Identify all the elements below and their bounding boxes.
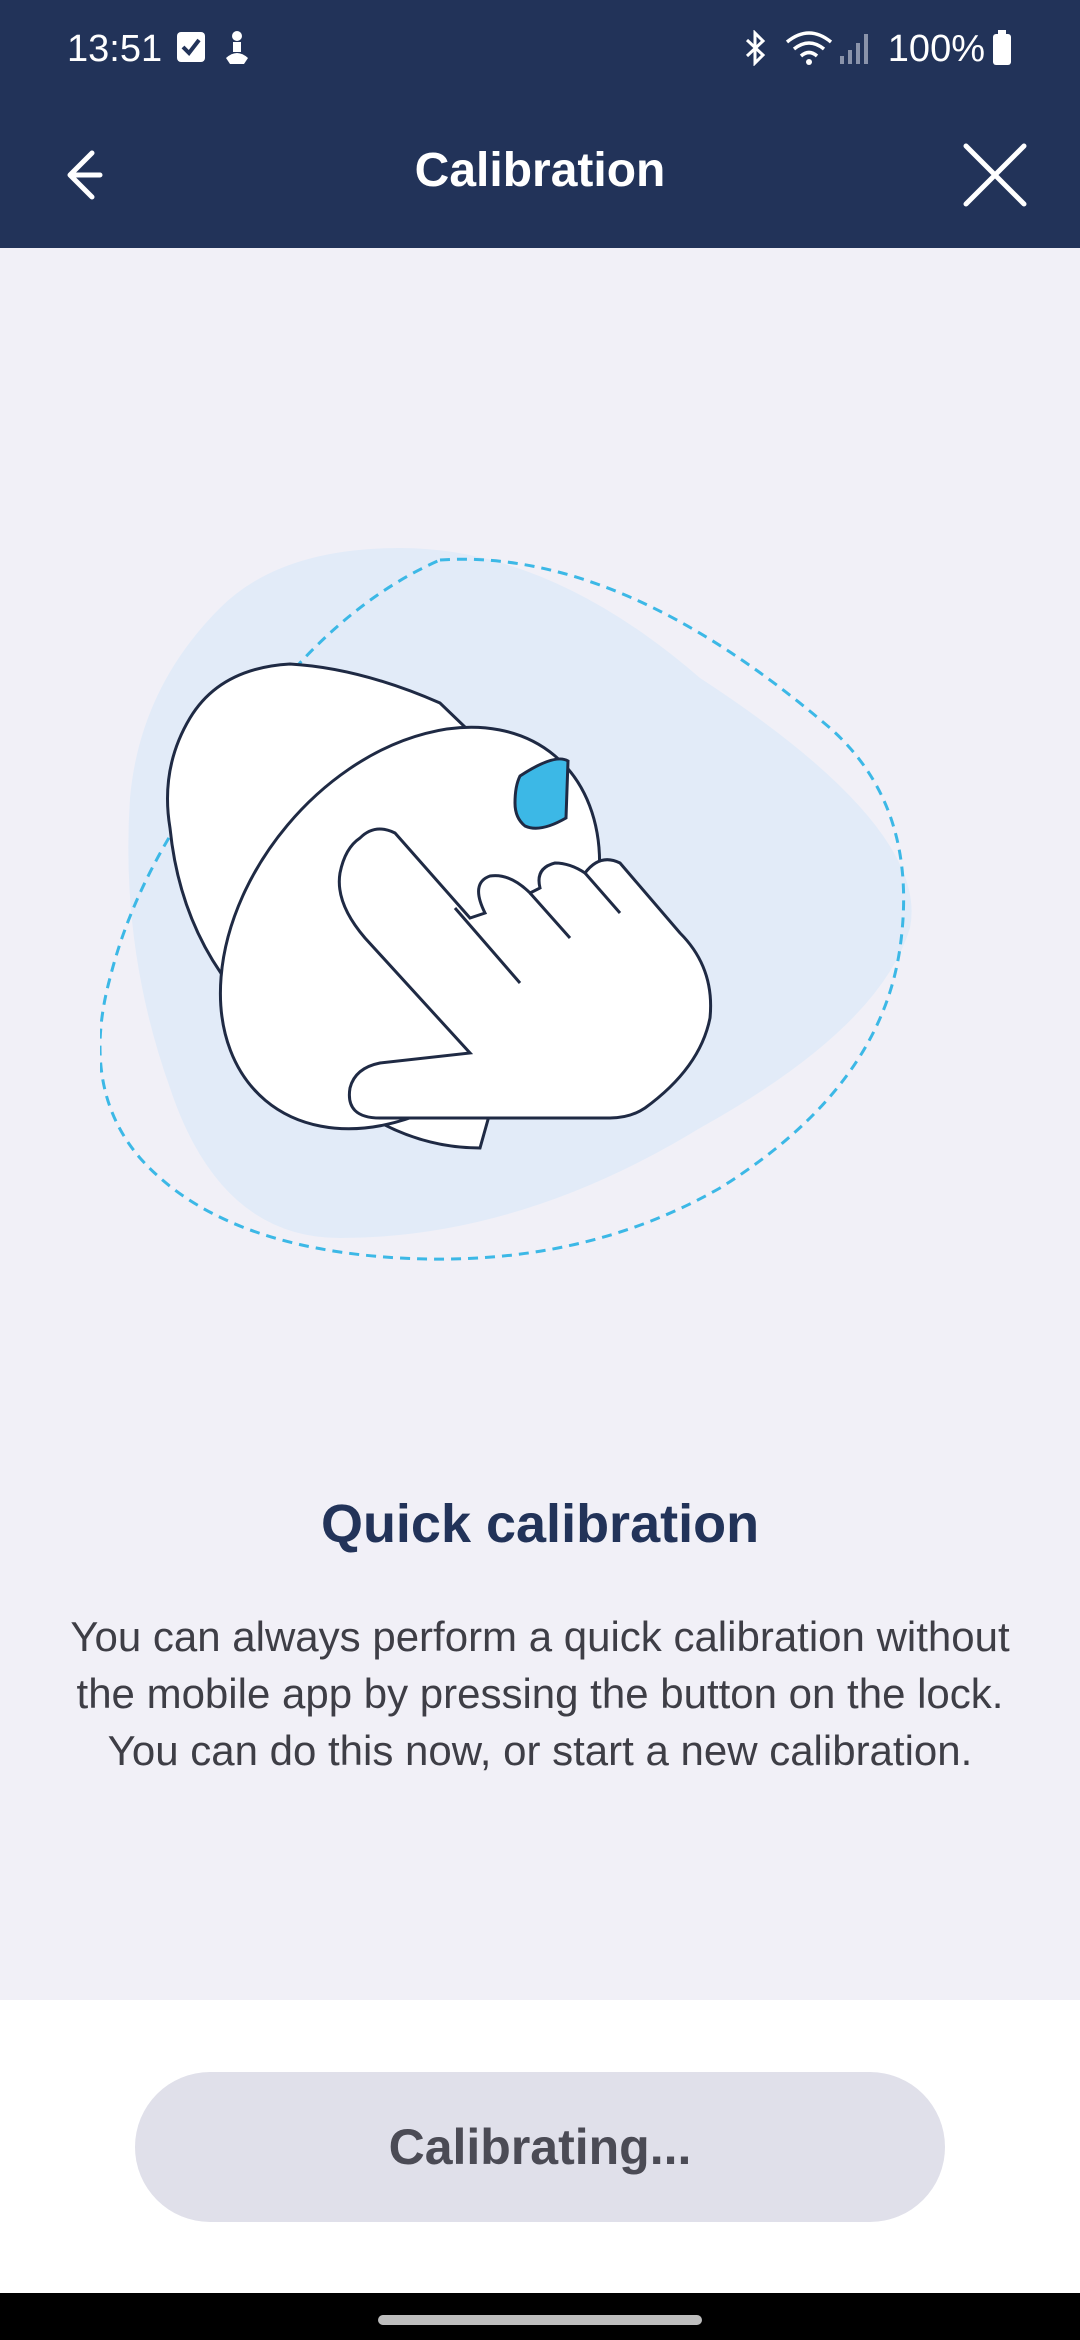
battery-icon bbox=[993, 30, 1011, 65]
home-indicator[interactable] bbox=[378, 2315, 702, 2325]
description-text: You can always perform a quick calibrati… bbox=[70, 1613, 1010, 1774]
battery-percentage: 100% bbox=[887, 28, 985, 70]
status-bar: 13:51 100% bbox=[0, 0, 1080, 105]
footer: Calibrating... bbox=[0, 2000, 1080, 2293]
close-button[interactable] bbox=[950, 130, 1040, 220]
accessibility-icon bbox=[226, 31, 248, 64]
status-time: 13:51 bbox=[67, 28, 163, 70]
system-navigation-bar bbox=[0, 2293, 1080, 2340]
page-title: Calibration bbox=[414, 144, 666, 197]
app-bar: Calibration bbox=[0, 105, 1080, 248]
lock-button-illustration bbox=[100, 548, 912, 1261]
section-heading: Quick calibration bbox=[320, 1494, 760, 1554]
checkbox-notification-icon bbox=[177, 32, 205, 62]
cellular-signal-icon bbox=[840, 34, 868, 64]
wifi-icon bbox=[785, 31, 833, 65]
bluetooth-icon bbox=[745, 30, 766, 66]
content-area: Quick calibration You can always perform… bbox=[0, 248, 1080, 2000]
calibrating-button[interactable]: Calibrating... bbox=[135, 2072, 945, 2222]
close-icon bbox=[963, 143, 1027, 207]
